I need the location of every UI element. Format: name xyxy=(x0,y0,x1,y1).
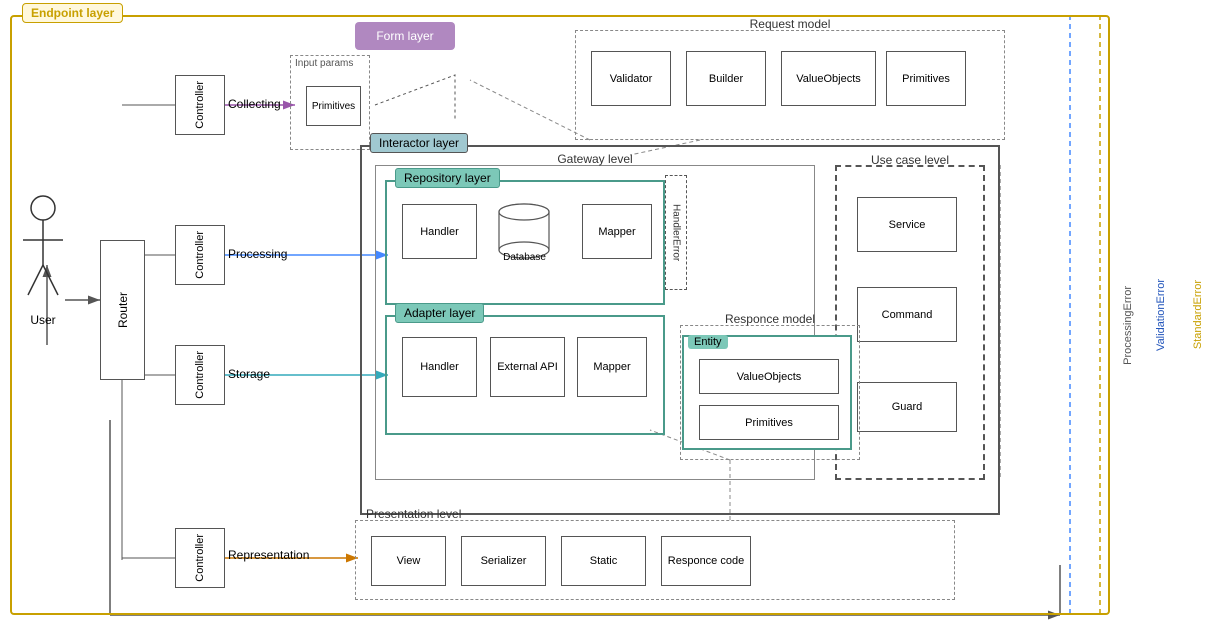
entity-label: Entity xyxy=(688,335,728,349)
presentation-level-box: Presentation level View Serializer Stati… xyxy=(355,520,955,600)
use-case-level-label: Use case level xyxy=(871,153,949,167)
controller-4-box: Controller xyxy=(175,528,225,588)
mapper-repo-label: Mapper xyxy=(598,226,635,238)
command-label: Command xyxy=(882,309,933,321)
responce-code-box: Responce code xyxy=(661,536,751,586)
mapper-repo-box: Mapper xyxy=(582,204,652,259)
static-box: Static xyxy=(561,536,646,586)
view-label: View xyxy=(397,555,421,567)
user-figure: User xyxy=(18,190,68,327)
router-box: Router xyxy=(100,240,145,380)
endpoint-layer-label: Endpoint layer xyxy=(22,3,123,23)
validation-error-label: ValidationError xyxy=(1155,279,1167,351)
builder-box: Builder xyxy=(686,51,766,106)
service-box: Service xyxy=(857,197,957,252)
storage-label: Storage xyxy=(228,367,270,381)
database-label: Database xyxy=(497,252,552,263)
controller-2-box: Controller xyxy=(175,225,225,285)
primitives-entity-label: Primitives xyxy=(745,417,793,429)
interactor-layer-label: Interactor layer xyxy=(370,133,468,153)
controller-1-label: Controller xyxy=(194,81,206,129)
handler-error-box: HandlerError xyxy=(665,175,687,290)
controller-3-label: Controller xyxy=(194,351,206,399)
entity-box: Entity ValueObjects Primitives xyxy=(682,335,852,450)
command-box: Command xyxy=(857,287,957,342)
external-api-box: External API xyxy=(490,337,565,397)
builder-label: Builder xyxy=(709,73,743,85)
primitives-entity-box: Primitives xyxy=(699,405,839,440)
responce-model-label: Responce model xyxy=(725,312,815,326)
validator-box: Validator xyxy=(591,51,671,106)
service-label: Service xyxy=(889,219,926,231)
handler-repo-box: Handler xyxy=(402,204,477,259)
request-model-box: Request model Validator Builder ValueObj… xyxy=(575,30,1005,140)
form-layer-label: Form layer xyxy=(376,29,433,43)
repository-layer-label: Repository layer xyxy=(395,168,500,188)
validator-label: Validator xyxy=(610,73,653,85)
handler-adapter-box: Handler xyxy=(402,337,477,397)
handler-repo-label: Handler xyxy=(420,226,459,238)
primitives-input-box: Primitives xyxy=(306,86,361,126)
adapter-layer-box: Adapter layer Handler External API Mappe… xyxy=(385,315,665,435)
adapter-layer-label: Adapter layer xyxy=(395,303,484,323)
controller-2-label: Controller xyxy=(194,231,206,279)
standard-error-container: StandardError xyxy=(1188,15,1208,615)
processing-error-label: ProcessingError xyxy=(1122,286,1134,365)
mapper-adapter-label: Mapper xyxy=(593,361,630,373)
serializer-label: Serializer xyxy=(481,555,527,567)
mapper-adapter-box: Mapper xyxy=(577,337,647,397)
form-layer-box: Form layer xyxy=(355,22,455,50)
responce-code-label: Responce code xyxy=(668,555,744,567)
valueobjects-entity-label: ValueObjects xyxy=(737,371,802,383)
processing-label: Processing xyxy=(228,247,287,261)
handler-error-label: HandlerError xyxy=(671,204,682,261)
controller-4-label: Controller xyxy=(194,534,206,582)
presentation-level-label: Presentation level xyxy=(366,507,461,521)
valueobjects-entity-box: ValueObjects xyxy=(699,359,839,394)
external-api-label: External API xyxy=(497,361,558,373)
repository-layer-box: Repository layer Handler Database Mapper xyxy=(385,180,665,305)
valueobjects-req-box: ValueObjects xyxy=(781,51,876,106)
router-label: Router xyxy=(116,292,130,328)
user-svg xyxy=(18,190,68,320)
request-model-label: Request model xyxy=(750,17,831,31)
valueobjects-req-label: ValueObjects xyxy=(796,73,861,85)
diagram-container: Endpoint layer User Router Controller Co… xyxy=(0,0,1226,638)
primitives-req-box: Primitives xyxy=(886,51,966,106)
validation-error-container: ValidationError xyxy=(1151,15,1171,615)
handler-adapter-label: Handler xyxy=(420,361,459,373)
input-params-text: Input params xyxy=(295,58,353,69)
collecting-label: Collecting xyxy=(228,97,281,111)
primitives-input-label: Primitives xyxy=(312,101,355,112)
guard-label: Guard xyxy=(892,401,923,413)
guard-box: Guard xyxy=(857,382,957,432)
representation-label: Representation xyxy=(228,548,309,562)
input-params-area: Input params Primitives xyxy=(290,55,370,150)
database-cylinder: Database xyxy=(497,202,552,262)
view-box: View xyxy=(371,536,446,586)
primitives-req-label: Primitives xyxy=(902,73,950,85)
serializer-box: Serializer xyxy=(461,536,546,586)
gateway-level-label: Gateway level xyxy=(557,152,632,166)
static-label: Static xyxy=(590,555,618,567)
controller-1-box: Controller xyxy=(175,75,225,135)
controller-3-box: Controller xyxy=(175,345,225,405)
standard-error-label: StandardError xyxy=(1192,280,1204,349)
processing-error-container: ProcessingError xyxy=(1118,165,1138,485)
